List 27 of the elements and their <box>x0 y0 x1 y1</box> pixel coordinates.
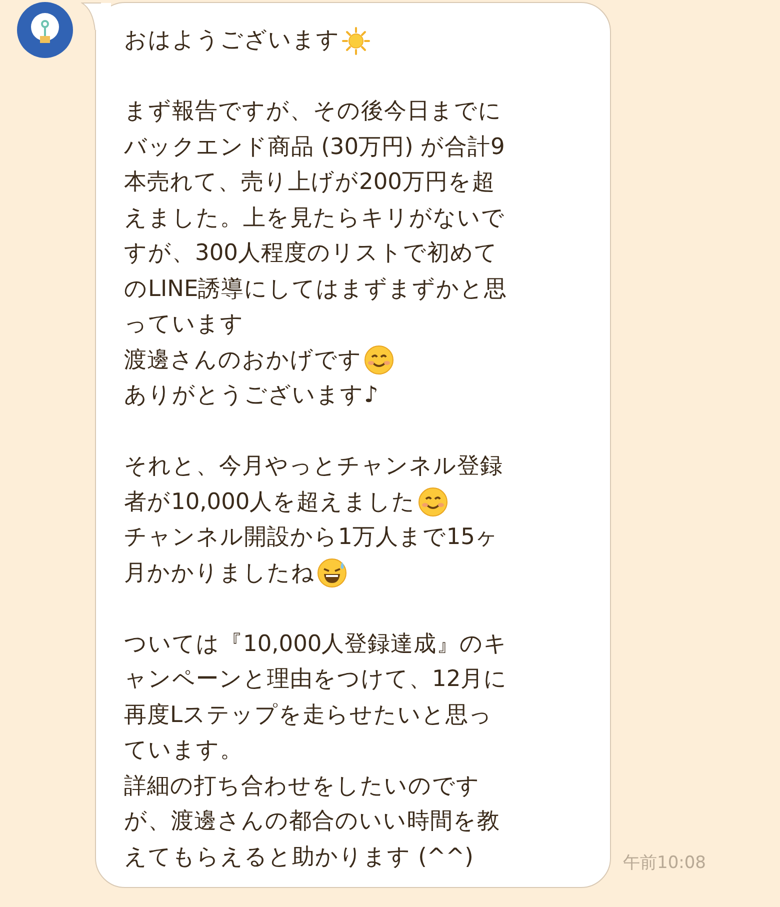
message-text: 詳細の打ち合わせをしたいのです <box>124 772 480 800</box>
message-text: まず報告ですが、その後今日までに <box>124 97 502 126</box>
message-text: バックエンド商品 (30万円) が合計9 <box>124 132 505 162</box>
sun-emoji-icon <box>342 26 370 55</box>
message-text: それと、今月やっとチャンネル登録 <box>124 452 503 481</box>
avatar-icon[interactable] <box>17 2 73 58</box>
message-text: 再度Lステップを走らせたいと思っ <box>124 700 493 730</box>
message-text: 者が10,000人を超えました <box>124 488 416 516</box>
message-text: 月かかりましたね <box>124 558 315 588</box>
message-text: ついては『10,000人登録達成』のキ <box>124 630 508 658</box>
message-text: 本売れて、売り上げが200万円を超 <box>124 168 495 197</box>
smiling-face-icon <box>364 345 394 376</box>
message-text: えました。上を見たらキリがないで <box>124 204 505 232</box>
message-text: ャンペーンと理由をつけて、12月に <box>124 665 508 694</box>
message-text: ています。 <box>124 736 243 765</box>
message-text: チャンネル開設から1万人まで15ヶ <box>124 523 499 552</box>
message-text: のLINE誘導にしてはまずまずかと思 <box>124 274 508 304</box>
message-text: が、渡邊さんの都合のいい時間を教 <box>124 807 500 836</box>
message-text: ありがとうございます♪ <box>124 381 378 410</box>
message-text: 渡邊さんのおかげです <box>124 346 362 374</box>
message-text: すが、300人程度のリストで初めて <box>124 239 498 268</box>
message-text: えてもらえると助かります (^^) <box>124 842 474 872</box>
smiling-face-icon <box>418 487 448 518</box>
sweat-smile-face-icon <box>317 558 347 588</box>
message-time: 午前10:08 <box>623 852 706 874</box>
message-text: おはようございます <box>124 26 340 55</box>
message-text: っています <box>124 310 244 339</box>
